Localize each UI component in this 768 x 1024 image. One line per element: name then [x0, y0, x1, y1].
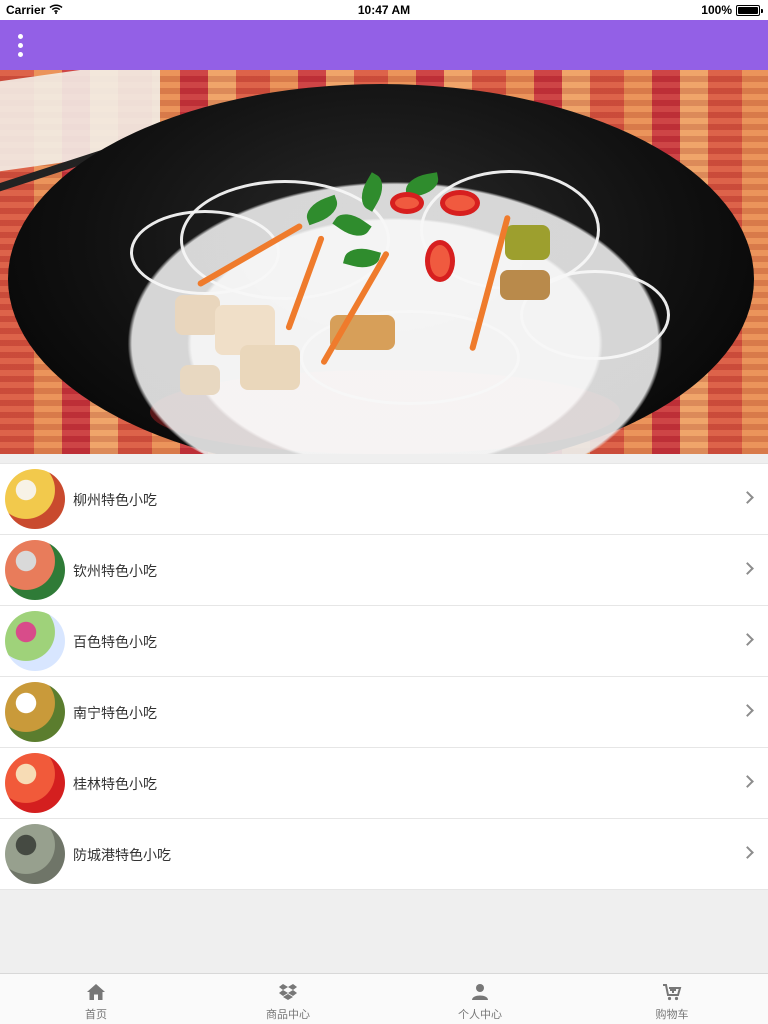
noodle-strand: [180, 180, 390, 300]
top-navbar: [0, 20, 768, 70]
list-thumbnail: [5, 753, 65, 813]
tab-label: 购物车: [655, 1008, 689, 1021]
thumbnail-image: [5, 824, 65, 884]
bottom-tab-bar: 首页 商品中心 个人中心 购物车: [0, 973, 768, 1024]
chevron-right-icon: [741, 846, 754, 859]
cart-icon: [661, 982, 683, 1002]
list-item-label: 南宁特色小吃: [73, 706, 157, 722]
tab-cart[interactable]: 购物车: [576, 974, 768, 1024]
list-item-label: 桂林特色小吃: [73, 777, 157, 793]
tab-label: 首页: [85, 1008, 107, 1021]
tab-home[interactable]: 首页: [0, 974, 192, 1024]
list-item[interactable]: 柳州特色小吃: [0, 464, 768, 535]
tab-label: 个人中心: [458, 1008, 502, 1021]
list-thumbnail: [5, 682, 65, 742]
thumbnail-image: [5, 540, 65, 600]
home-icon: [85, 982, 107, 1002]
list-item-label: 钦州特色小吃: [73, 564, 157, 580]
status-bar: Carrier 10:47 AM 100%: [0, 0, 768, 20]
chili-slice: [390, 192, 424, 214]
more-menu-icon[interactable]: [8, 31, 32, 59]
list-item-label: 防城港特色小吃: [73, 848, 171, 864]
chevron-right-icon: [741, 562, 754, 575]
chevron-right-icon: [741, 491, 754, 504]
peanut-piece: [500, 270, 550, 300]
list-thumbnail: [5, 469, 65, 529]
chili-slice: [440, 190, 480, 216]
list-thumbnail: [5, 824, 65, 884]
battery-group: 100%: [701, 3, 763, 17]
battery-level: [738, 6, 758, 14]
list-item[interactable]: 钦州特色小吃: [0, 535, 768, 606]
thumbnail-image: [5, 469, 65, 529]
banner-carousel[interactable]: [0, 70, 768, 454]
thumbnail-image: [5, 611, 65, 671]
list-item-label: 百色特色小吃: [73, 635, 157, 651]
app-screen: Carrier 10:47 AM 100% 柳州特色小吃 钦州特色小吃 百色特色…: [0, 0, 768, 1024]
list-item[interactable]: 南宁特色小吃: [0, 677, 768, 748]
chevron-right-icon: [741, 775, 754, 788]
status-time: 10:47 AM: [357, 3, 411, 17]
chicken-piece: [180, 365, 220, 395]
list-item[interactable]: 防城港特色小吃: [0, 819, 768, 890]
chevron-right-icon: [741, 633, 754, 646]
list-item-label: 柳州特色小吃: [73, 493, 157, 509]
chicken-piece: [240, 345, 300, 390]
tab-label: 商品中心: [266, 1008, 310, 1021]
user-icon: [469, 982, 491, 1002]
list-item[interactable]: 百色特色小吃: [0, 606, 768, 677]
list-item[interactable]: 桂林特色小吃: [0, 748, 768, 819]
region-snack-list: 柳州特色小吃 钦州特色小吃 百色特色小吃 南宁特色小吃 桂林特色小吃 防城港特色…: [0, 463, 768, 890]
list-thumbnail: [5, 540, 65, 600]
tab-personal-center[interactable]: 个人中心: [384, 974, 576, 1024]
chicken-piece: [175, 295, 220, 335]
dropbox-icon: [277, 982, 299, 1002]
thumbnail-image: [5, 682, 65, 742]
tab-product-center[interactable]: 商品中心: [192, 974, 384, 1024]
battery-percent: 100%: [701, 3, 732, 17]
pickled-bean-piece: [505, 225, 550, 260]
chevron-right-icon: [741, 704, 754, 717]
chili-slice: [425, 240, 455, 282]
battery-icon: [736, 4, 763, 16]
thumbnail-image: [5, 753, 65, 813]
list-thumbnail: [5, 611, 65, 671]
